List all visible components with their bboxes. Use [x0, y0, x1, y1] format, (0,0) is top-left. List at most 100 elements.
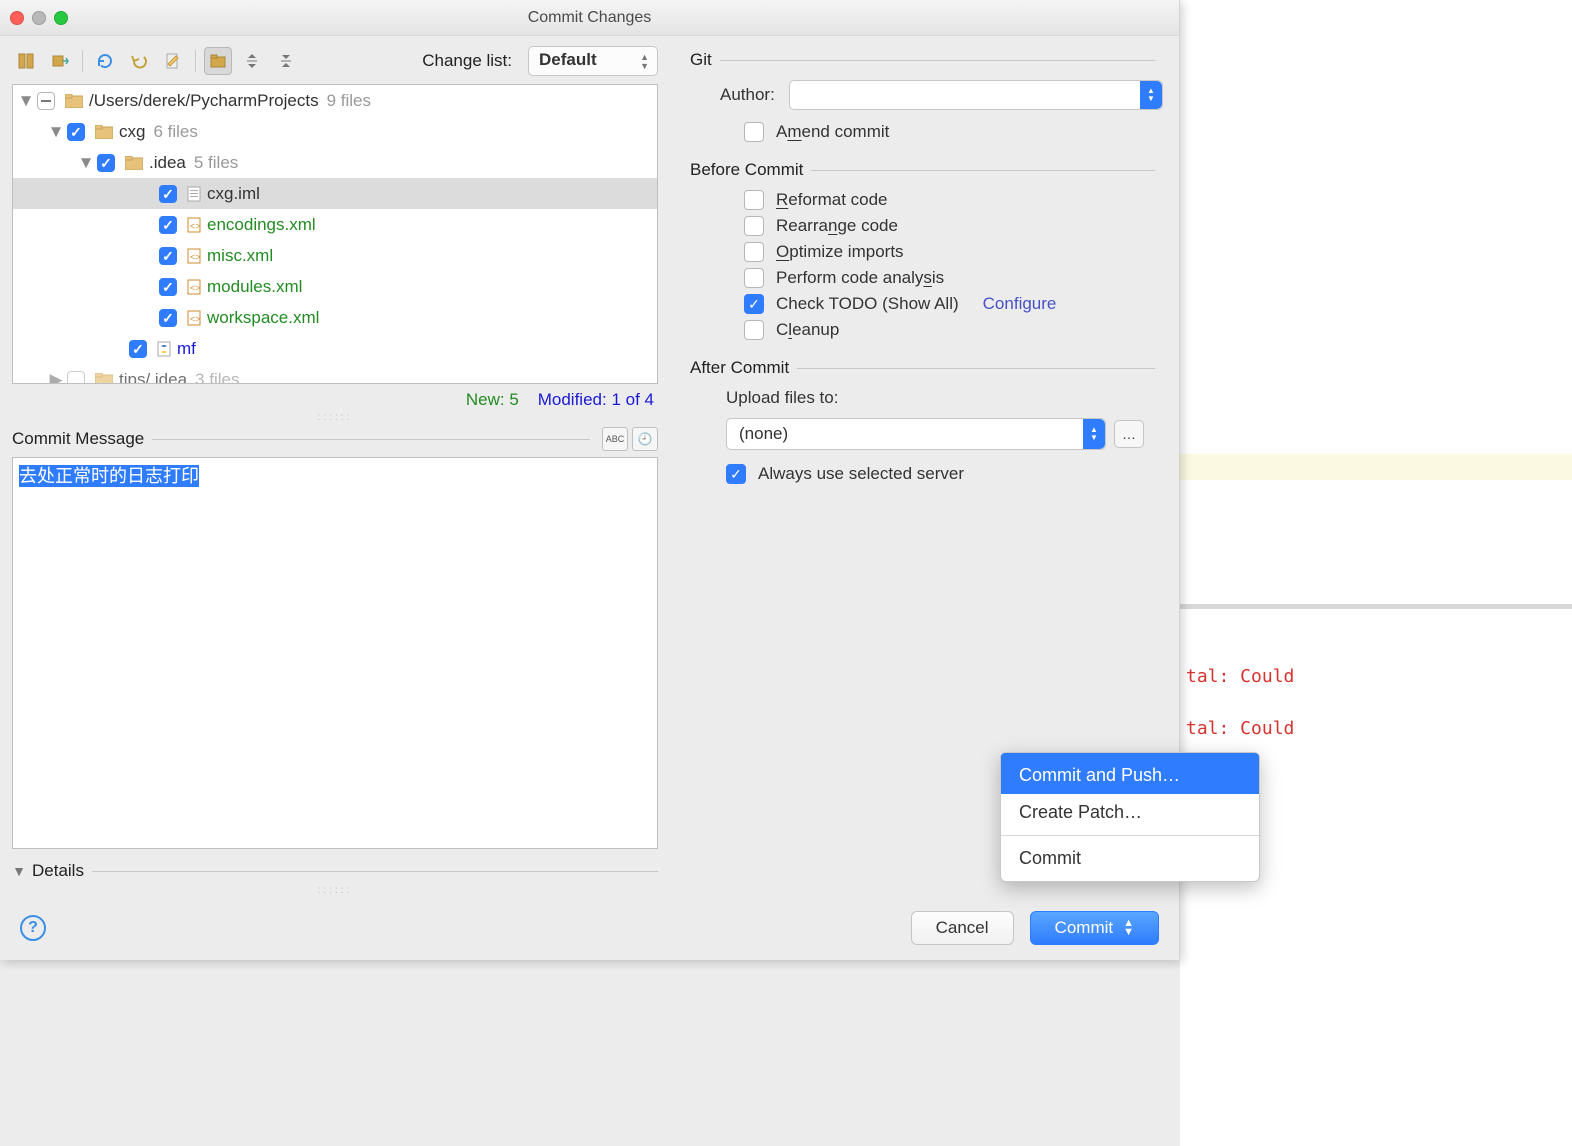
titlebar: Commit Changes	[0, 0, 1179, 36]
history-icon[interactable]: 🕘	[632, 427, 658, 451]
folder-icon	[125, 156, 143, 170]
tree-folder-tips[interactable]: ▶ tips/.idea 3 files	[13, 364, 657, 384]
group-by-dir-icon[interactable]	[204, 47, 232, 75]
commit-message-input[interactable]: 去处正常时的日志打印	[12, 457, 658, 849]
chevron-down-icon[interactable]: ▼	[19, 94, 33, 108]
rearrange-checkbox[interactable]	[744, 216, 764, 236]
file-icon	[187, 186, 201, 202]
help-button[interactable]: ?	[20, 915, 46, 941]
checkbox-on[interactable]: ✓	[159, 309, 177, 327]
folder-cxg-name: cxg	[119, 117, 145, 147]
todo-checkbox[interactable]: ✓	[744, 294, 764, 314]
upload-server-select[interactable]: (none) ▲▼	[726, 418, 1106, 450]
new-label: New:	[466, 390, 505, 409]
analysis-checkbox[interactable]	[744, 268, 764, 288]
background-divider	[1180, 604, 1572, 609]
change-list-label: Change list:	[422, 51, 512, 71]
resize-grip[interactable]: ::::::	[12, 412, 658, 423]
chevron-updown-icon: ▲▼	[1083, 419, 1105, 449]
always-server-checkbox[interactable]: ✓	[726, 464, 746, 484]
checkbox-on[interactable]: ✓	[129, 340, 147, 358]
chevron-updown-icon: ▲▼	[1123, 919, 1134, 937]
folder-icon	[65, 94, 83, 108]
checkbox-on[interactable]: ✓	[159, 185, 177, 203]
tree-file-misc[interactable]: ✓ <> misc.xml	[13, 240, 657, 271]
tree-folder-cxg[interactable]: ▼ ✓ cxg 6 files	[13, 116, 657, 147]
new-value: 5	[509, 390, 518, 409]
folder-icon	[95, 373, 113, 385]
xml-file-icon: <>	[187, 279, 201, 295]
commit-button[interactable]: Commit ▲▼	[1030, 911, 1159, 945]
changes-toolbar: Change list: Default ▲▼	[12, 46, 658, 76]
optimize-checkbox[interactable]	[744, 242, 764, 262]
todo-label: Check TODO (Show All)	[776, 294, 959, 314]
menu-commit-and-push[interactable]: Commit and Push…	[1001, 753, 1259, 794]
toolbar-separator	[82, 50, 83, 72]
cancel-button[interactable]: Cancel	[911, 911, 1014, 945]
reformat-label: Reformat code	[776, 190, 888, 210]
cancel-label: Cancel	[936, 918, 989, 938]
folder-idea-count: 5 files	[194, 148, 238, 178]
folder-icon	[95, 125, 113, 139]
reformat-checkbox[interactable]	[744, 190, 764, 210]
tree-root-path: /Users/derek/PycharmProjects	[89, 86, 319, 116]
tree-file-modules[interactable]: ✓ <> modules.xml	[13, 271, 657, 302]
details-label: Details	[32, 861, 84, 881]
after-commit-section: After Commit Upload files to: (none) ▲▼ …	[690, 358, 1163, 484]
tree-folder-idea[interactable]: ▼ ✓ .idea 5 files	[13, 147, 657, 178]
chevron-updown-icon: ▲▼	[640, 53, 649, 71]
menu-create-patch[interactable]: Create Patch…	[1001, 794, 1259, 831]
checkbox-on[interactable]: ✓	[67, 123, 85, 141]
chevron-down-icon[interactable]: ▼	[49, 125, 63, 139]
before-commit-label: Before Commit	[690, 160, 803, 180]
checkbox-on[interactable]: ✓	[159, 247, 177, 265]
analysis-label: Perform code analysis	[776, 268, 944, 288]
chevron-right-icon[interactable]: ▶	[49, 373, 63, 385]
refresh-icon[interactable]	[91, 47, 119, 75]
configure-link[interactable]: Configure	[983, 294, 1057, 314]
xml-file-icon: <>	[187, 248, 201, 264]
file-encodings-name: encodings.xml	[207, 210, 316, 240]
change-list-select[interactable]: Default ▲▼	[528, 46, 658, 76]
edit-icon[interactable]	[159, 47, 187, 75]
left-panel: Change list: Default ▲▼ ▼ /Users/derek/P…	[0, 36, 670, 896]
svg-text:<>: <>	[190, 221, 201, 231]
toolbar-separator-2	[195, 50, 196, 72]
tree-file-workspace[interactable]: ✓ <> workspace.xml	[13, 302, 657, 333]
checkbox-on[interactable]: ✓	[159, 216, 177, 234]
collapse-all-icon[interactable]	[272, 47, 300, 75]
changes-status: New: 5 Modified: 1 of 4	[12, 384, 658, 412]
amend-label: Amend commit	[776, 122, 889, 142]
cleanup-checkbox[interactable]	[744, 320, 764, 340]
tree-root[interactable]: ▼ /Users/derek/PycharmProjects 9 files	[13, 85, 657, 116]
folder-cxg-count: 6 files	[153, 117, 197, 147]
checkbox-mixed[interactable]	[37, 92, 55, 110]
details-toggle[interactable]: ▼ Details	[12, 861, 658, 881]
folder-tips-count: 3 files	[195, 365, 239, 385]
author-combo[interactable]: ▲▼	[789, 80, 1163, 110]
spellcheck-icon[interactable]: ABC	[602, 427, 628, 451]
tree-file-iml[interactable]: ✓ cxg.iml	[13, 178, 657, 209]
file-mf-name: mf	[177, 334, 196, 364]
checkbox-off[interactable]	[67, 371, 85, 385]
changes-tree[interactable]: ▼ /Users/derek/PycharmProjects 9 files ▼…	[12, 84, 658, 384]
amend-checkbox[interactable]	[744, 122, 764, 142]
menu-commit[interactable]: Commit	[1001, 840, 1259, 877]
background-text-1: tal: Could	[1186, 666, 1294, 687]
tree-file-mf[interactable]: ✓ mf	[13, 333, 657, 364]
upload-config-button[interactable]: …	[1114, 420, 1144, 448]
chevron-down-icon[interactable]: ▼	[79, 156, 93, 170]
checkbox-on[interactable]: ✓	[159, 278, 177, 296]
diff-icon[interactable]	[12, 47, 40, 75]
move-icon[interactable]	[46, 47, 74, 75]
background-editor: tal: Could tal: Could	[1180, 0, 1572, 1146]
svg-text:<>: <>	[190, 314, 201, 324]
resize-grip-2[interactable]: ::::::	[12, 885, 658, 896]
rollback-icon[interactable]	[125, 47, 153, 75]
tree-file-encodings[interactable]: ✓ <> encodings.xml	[13, 209, 657, 240]
chevron-down-icon: ▼	[12, 864, 26, 878]
python-file-icon	[157, 341, 171, 357]
checkbox-on[interactable]: ✓	[97, 154, 115, 172]
expand-all-icon[interactable]	[238, 47, 266, 75]
modified-label: Modified:	[538, 390, 607, 409]
